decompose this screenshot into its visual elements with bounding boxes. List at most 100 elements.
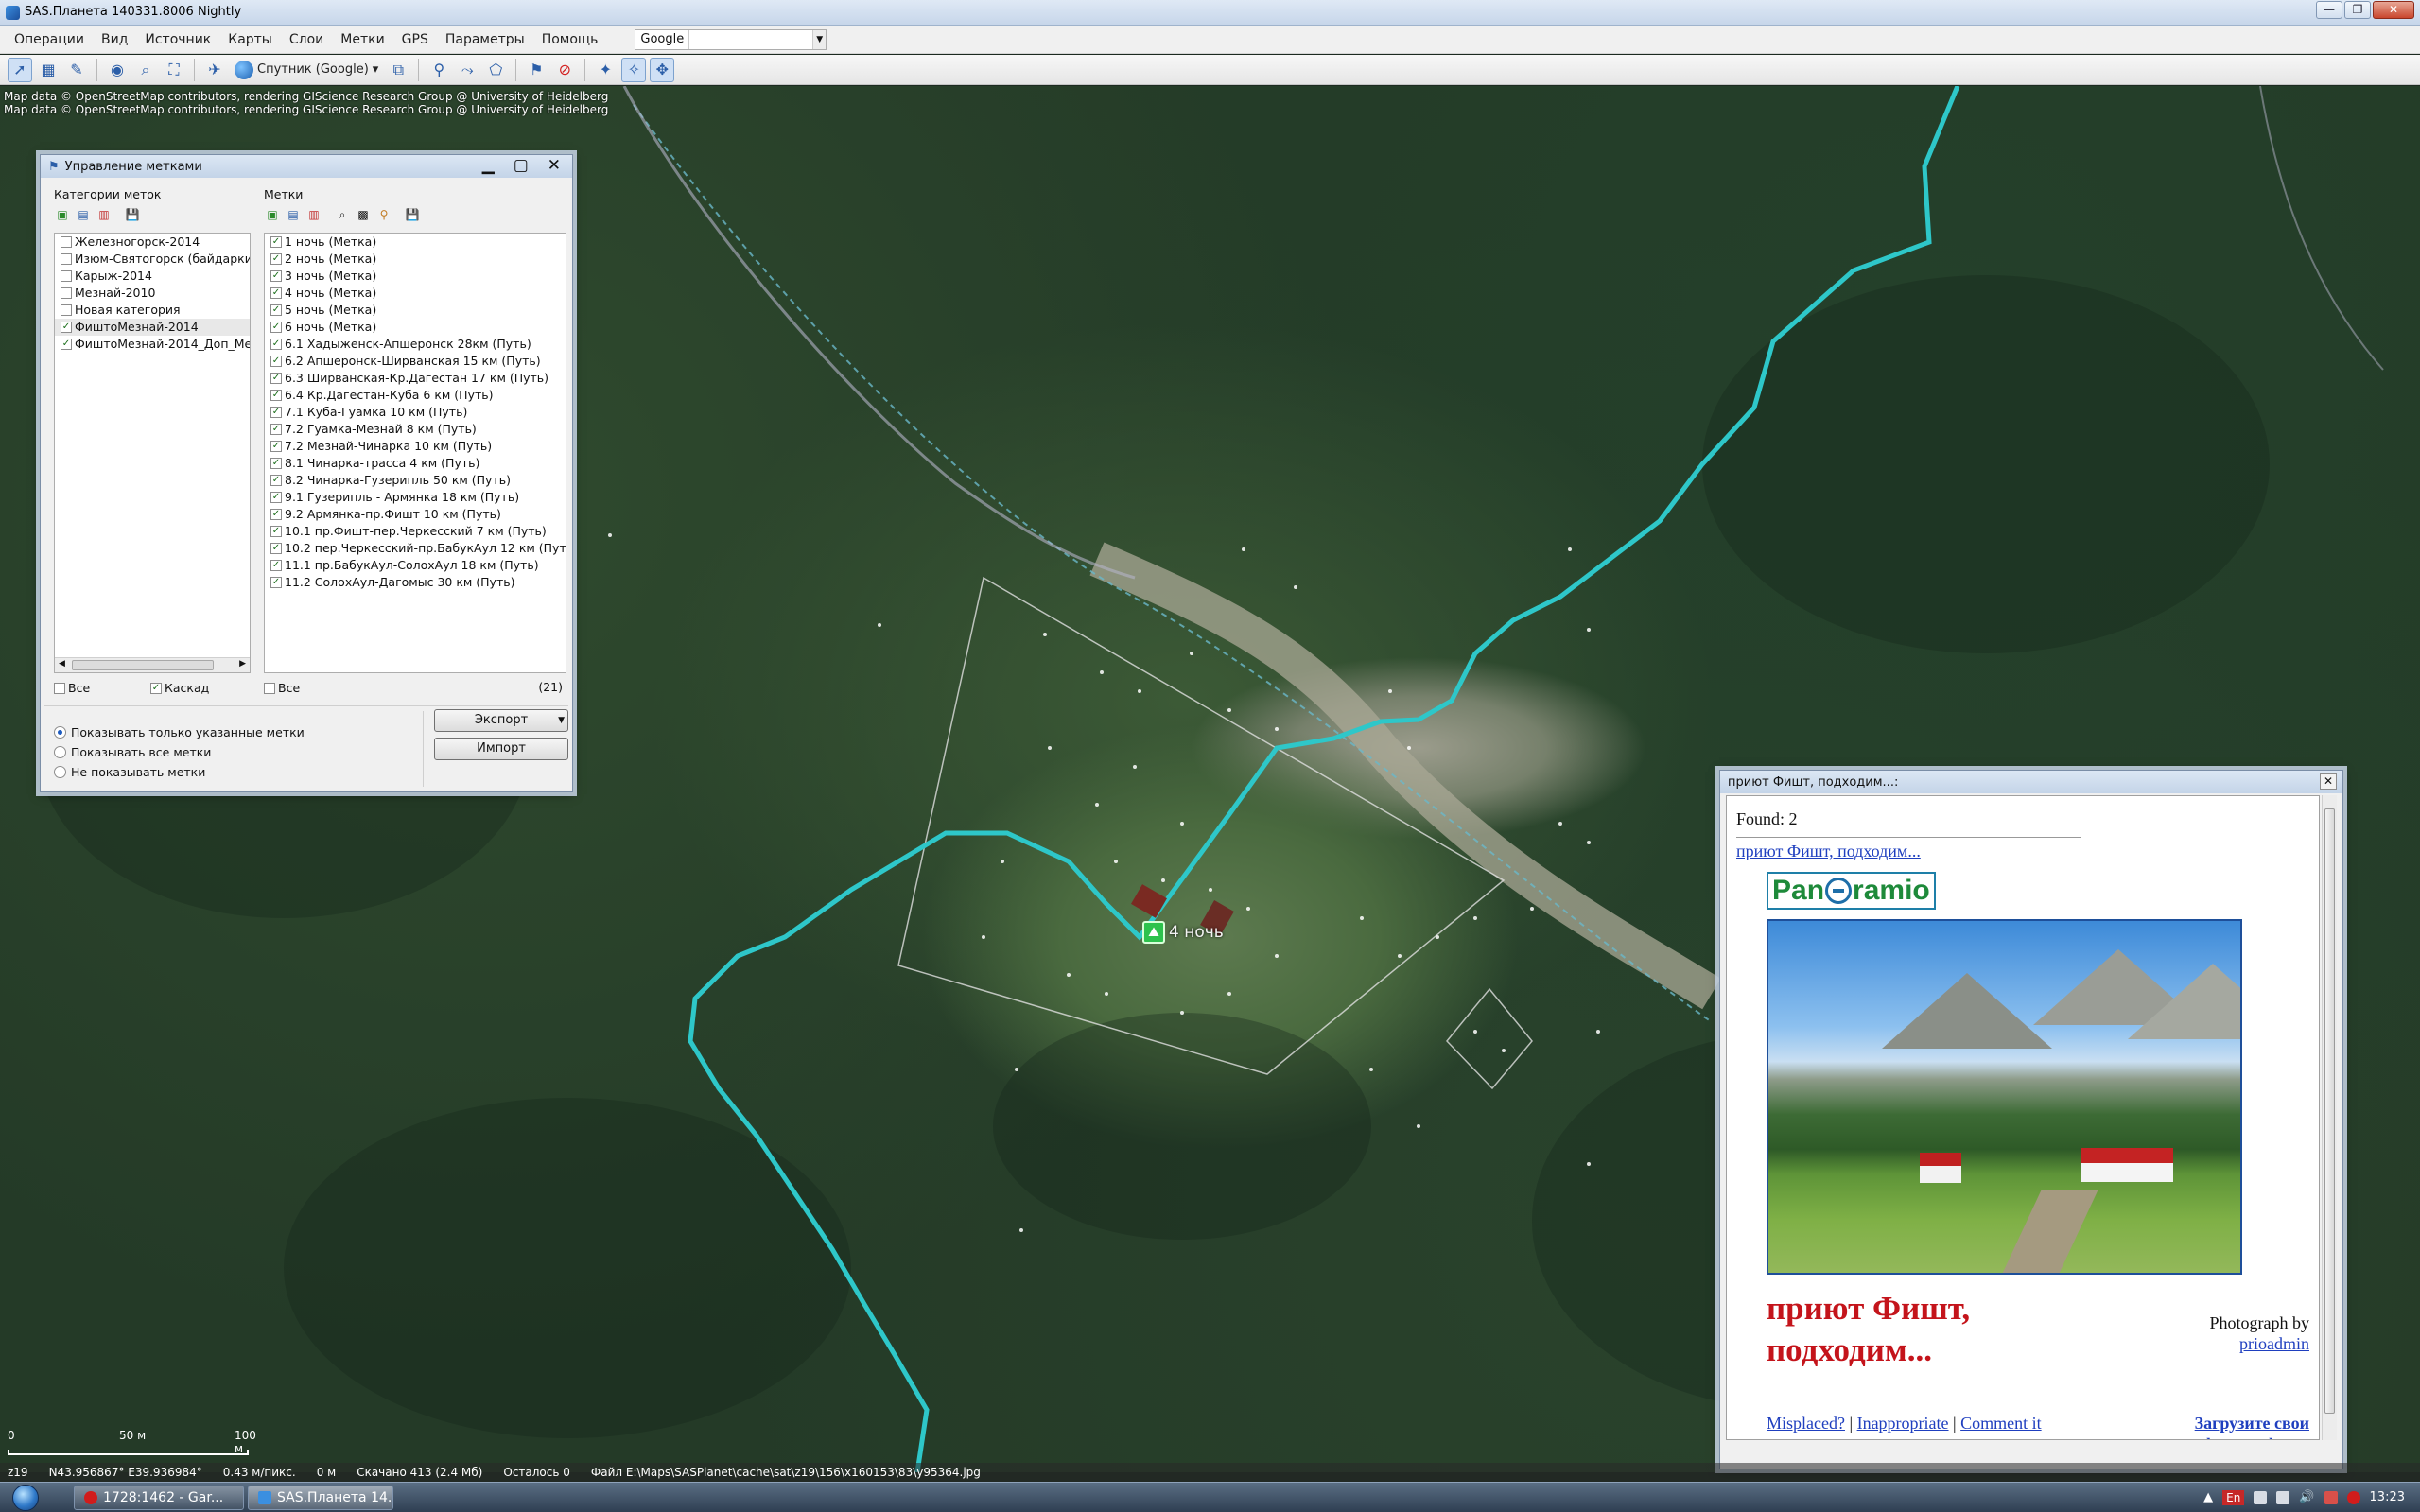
category-item[interactable]: Новая категория bbox=[55, 302, 250, 319]
mark-item[interactable]: ✓ 4 ночь (Метка) bbox=[265, 285, 566, 302]
category-checkbox[interactable] bbox=[61, 252, 72, 265]
show-selected-marks-option[interactable]: Показывать только указанные метки bbox=[54, 722, 305, 742]
opera-tray-icon[interactable] bbox=[2346, 1490, 2360, 1504]
ruler-button[interactable]: ✎ bbox=[64, 58, 89, 82]
mark-item[interactable]: ✓ 6 ночь (Метка) bbox=[265, 319, 566, 336]
mark-item[interactable]: ✓ 10.2 пер.Черкесский-пр.БабукАул 12 км (… bbox=[265, 540, 566, 557]
fullscreen-button[interactable]: ⛶ bbox=[162, 58, 186, 82]
menu-settings[interactable]: Параметры bbox=[437, 32, 533, 47]
category-item[interactable]: ✓ ФиштоМезнай-2014_Доп_Ме bbox=[55, 336, 250, 353]
category-checkbox[interactable] bbox=[61, 269, 72, 282]
pointer-tool-button[interactable]: ➚ bbox=[8, 57, 32, 82]
category-checkbox[interactable] bbox=[61, 287, 72, 299]
minimize-button[interactable]: — bbox=[2316, 1, 2342, 19]
mark-item[interactable]: ✓ 8.1 Чинарка-трасса 4 км (Путь) bbox=[265, 455, 566, 472]
marks-manager-button[interactable]: ⚑ bbox=[524, 58, 548, 82]
mark-checkbox[interactable]: ✓ bbox=[270, 423, 282, 435]
marks-all-checkbox[interactable] bbox=[264, 682, 275, 694]
mark-item[interactable]: ✓ 11.2 СолохАул-Дагомыс 30 км (Путь) bbox=[265, 574, 566, 591]
menu-gps[interactable]: GPS bbox=[393, 32, 437, 47]
delete-mark-button[interactable]: ▥ bbox=[305, 206, 322, 223]
mark-checkbox[interactable]: ✓ bbox=[270, 508, 282, 520]
save-category-button[interactable]: 💾 bbox=[124, 206, 141, 223]
mark-checkbox[interactable]: ✓ bbox=[270, 457, 282, 469]
chevron-down-icon[interactable]: ▼ bbox=[558, 710, 565, 731]
overlay-button[interactable]: ⧉ bbox=[386, 58, 410, 82]
taskbar-item-opera[interactable]: 1728:1462 - Gar... bbox=[74, 1485, 244, 1510]
monitor-icon[interactable] bbox=[2276, 1490, 2290, 1504]
mark-item[interactable]: ✓ 6.1 Хадыженск-Апшеронск 28км (Путь) bbox=[265, 336, 566, 353]
mark-checkbox[interactable]: ✓ bbox=[270, 355, 282, 367]
add-path-button[interactable]: ⤳ bbox=[455, 58, 479, 82]
popup-scrollbar[interactable] bbox=[2322, 795, 2337, 1440]
comment-link[interactable]: Comment it bbox=[1960, 1414, 2042, 1433]
mark-item[interactable]: ✓ 6.3 Ширванская-Кр.Дагестан 17 км (Путь) bbox=[265, 370, 566, 387]
zoom-globe-button[interactable]: ◉ bbox=[105, 58, 130, 82]
cascade-option[interactable]: ✓ Каскад bbox=[150, 681, 209, 695]
layer-select[interactable]: Спутник (Google) ▾ bbox=[231, 60, 382, 79]
action-center-icon[interactable] bbox=[2324, 1490, 2338, 1504]
category-checkbox[interactable] bbox=[61, 235, 72, 248]
select-area-button[interactable]: ▦ bbox=[36, 58, 61, 82]
language-indicator[interactable]: En bbox=[2222, 1489, 2245, 1505]
show-all-marks-option[interactable]: Показывать все метки bbox=[54, 742, 305, 762]
gps-center-button[interactable]: ✥ bbox=[650, 57, 675, 82]
category-checkbox[interactable]: ✓ bbox=[61, 338, 72, 350]
mark-checkbox[interactable]: ✓ bbox=[270, 525, 282, 537]
categories-all-checkbox[interactable] bbox=[54, 682, 65, 694]
chevron-down-icon[interactable]: ▼ bbox=[812, 29, 827, 49]
search-input[interactable] bbox=[689, 30, 812, 49]
save-mark-button[interactable]: 💾 bbox=[404, 206, 421, 223]
panoramio-photo[interactable] bbox=[1767, 919, 2242, 1275]
categories-all[interactable]: Все bbox=[54, 681, 90, 695]
category-item[interactable]: Изюм-Святогорск (байдарки) bbox=[55, 251, 250, 268]
category-item[interactable]: Мезнай-2010 bbox=[55, 285, 250, 302]
inappropriate-link[interactable]: Inappropriate bbox=[1857, 1414, 1949, 1433]
mark-item[interactable]: ✓ 1 ночь (Метка) bbox=[265, 234, 566, 251]
categories-horizontal-scrollbar[interactable]: ◀ ▶ bbox=[55, 657, 250, 672]
mark-item[interactable]: ✓ 8.2 Чинарка-Гузерипль 50 км (Путь) bbox=[265, 472, 566, 489]
mark-checkbox[interactable]: ✓ bbox=[270, 474, 282, 486]
export-button[interactable]: Экспорт ▼ bbox=[434, 709, 568, 732]
popup-close-button[interactable]: ✕ bbox=[2320, 773, 2337, 790]
start-button[interactable] bbox=[0, 1483, 51, 1512]
close-button[interactable]: ✕ bbox=[2373, 1, 2414, 19]
mark-item[interactable]: ✓ 9.1 Гузерипль - Армянка 18 км (Путь) bbox=[265, 489, 566, 506]
mark-checkbox[interactable]: ✓ bbox=[270, 304, 282, 316]
map-source-select[interactable]: Google ▼ bbox=[635, 28, 827, 50]
marks-list[interactable]: ✓ 1 ночь (Метка) ✓ 2 ночь (Метка) ✓ 3 ночь (М… bbox=[264, 233, 566, 673]
panel-minimize-button[interactable]: ▁ bbox=[482, 156, 495, 175]
category-item[interactable]: Железногорск-2014 bbox=[55, 234, 250, 251]
mark-item[interactable]: ✓ 7.1 Куба-Гуамка 10 км (Путь) bbox=[265, 404, 566, 421]
menu-source[interactable]: Источник bbox=[136, 32, 219, 47]
panel-maximize-button[interactable]: ▢ bbox=[514, 156, 529, 175]
mark-checkbox[interactable]: ✓ bbox=[270, 440, 282, 452]
category-item[interactable]: Карыж-2014 bbox=[55, 268, 250, 285]
mark-item[interactable]: ✓ 5 ночь (Метка) bbox=[265, 302, 566, 319]
menu-operations[interactable]: Операции bbox=[6, 32, 93, 47]
mark-checkbox[interactable]: ✓ bbox=[270, 389, 282, 401]
zoom-to-mark-button[interactable]: ▩ bbox=[355, 206, 372, 223]
mark-item[interactable]: ✓ 3 ночь (Метка) bbox=[265, 268, 566, 285]
edit-category-button[interactable]: ▤ bbox=[75, 206, 92, 223]
gps-track-button[interactable]: ✧ bbox=[621, 57, 647, 82]
import-button[interactable]: Импорт bbox=[434, 738, 568, 760]
marks-all[interactable]: Все bbox=[264, 681, 300, 695]
mark-checkbox[interactable]: ✓ bbox=[270, 576, 282, 588]
menu-help[interactable]: Помощь bbox=[533, 32, 607, 47]
mark-item[interactable]: ✓ 7.2 Гуамка-Мезнай 8 км (Путь) bbox=[265, 421, 566, 438]
photo-link[interactable]: приют Фишт, подходим... bbox=[1736, 842, 1921, 861]
add-placemark-button[interactable]: ⚲ bbox=[427, 58, 451, 82]
mark-checkbox[interactable]: ✓ bbox=[270, 372, 282, 384]
mark-checkbox[interactable]: ✓ bbox=[270, 559, 282, 571]
maximize-button[interactable]: ❐ bbox=[2344, 1, 2371, 19]
search-mark-button[interactable]: ⌕ bbox=[334, 206, 351, 223]
volume-icon[interactable]: 🔊 bbox=[2299, 1490, 2314, 1504]
mark-checkbox[interactable]: ✓ bbox=[270, 491, 282, 503]
source-button[interactable]: ✈ bbox=[202, 58, 227, 82]
add-mark-button[interactable]: ▣ bbox=[264, 206, 281, 223]
edit-mark-button[interactable]: ▤ bbox=[285, 206, 302, 223]
hide-marks-button[interactable]: ⊘ bbox=[552, 58, 577, 82]
menu-layers[interactable]: Слои bbox=[281, 32, 332, 47]
mark-checkbox[interactable]: ✓ bbox=[270, 321, 282, 333]
